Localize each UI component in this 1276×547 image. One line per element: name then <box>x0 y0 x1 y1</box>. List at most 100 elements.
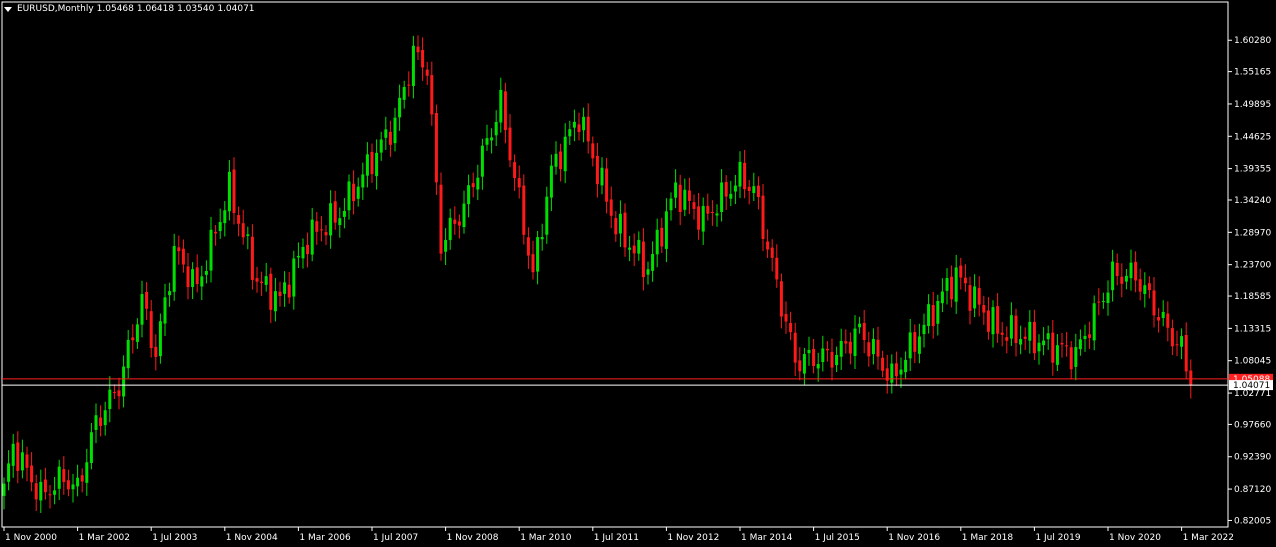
bear-candle-body <box>678 184 682 213</box>
bear-candle-body <box>48 494 52 496</box>
y-tick-label: 0.87120 <box>1234 485 1271 495</box>
bear-candle-body <box>577 124 581 132</box>
bull-candle-body <box>246 234 250 236</box>
bull-candle-body <box>940 291 944 304</box>
y-tick-label: 0.92390 <box>1234 453 1271 463</box>
bull-candle-body <box>554 153 558 167</box>
bear-candle-body <box>471 183 475 188</box>
bull-candle-body <box>384 129 388 138</box>
bear-candle-body <box>724 182 728 197</box>
bull-candle-body <box>448 217 452 241</box>
bull-candle-body <box>375 152 379 177</box>
bull-candle-body <box>329 203 333 236</box>
bear-candle-body <box>784 314 788 322</box>
bear-candle-body <box>876 339 880 357</box>
bear-candle-body <box>306 244 310 255</box>
y-tick-label: 1.60280 <box>1234 36 1271 46</box>
bear-candle-body <box>526 237 530 256</box>
bull-candle-body <box>936 300 940 324</box>
bull-candle-body <box>379 139 383 153</box>
symbol-timeframe-label: EURUSD,Monthly <box>17 4 94 14</box>
bull-candle-body <box>361 174 365 188</box>
bull-candle-body <box>402 86 406 100</box>
bull-candle-body <box>1101 301 1105 303</box>
bear-candle-body <box>779 281 783 317</box>
bear-candle-body <box>697 206 701 230</box>
bear-candle-body <box>117 390 121 397</box>
bear-candle-body <box>43 479 47 493</box>
bear-candle-body <box>968 285 972 311</box>
bull-candle-body <box>669 198 673 211</box>
bear-candle-body <box>287 284 291 298</box>
bear-candle-body <box>770 247 774 258</box>
bear-candle-body <box>517 178 521 188</box>
bear-candle-body <box>862 322 866 341</box>
bear-candle-body <box>352 183 356 202</box>
bull-candle-body <box>720 182 724 212</box>
bear-candle-body <box>112 392 116 394</box>
bull-candle-body <box>927 304 931 326</box>
bull-candle-body <box>490 137 494 141</box>
bear-candle-body <box>743 162 747 190</box>
bull-candle-body <box>1078 339 1082 350</box>
bear-candle-body <box>232 169 236 213</box>
y-tick-label: 1.34240 <box>1234 196 1271 206</box>
y-tick-label: 1.39355 <box>1234 165 1271 175</box>
dropdown-triangle-icon[interactable] <box>4 6 12 12</box>
x-tick-label: 1 Nov 2004 <box>226 533 278 543</box>
bull-candle-body <box>600 167 604 186</box>
ohlc-open: 1.05468 <box>96 4 134 14</box>
bull-candle-body <box>168 291 172 296</box>
bull-candle-body <box>973 286 977 309</box>
bear-candle-body <box>1023 336 1027 339</box>
x-tick-label: 1 Jul 2019 <box>1035 533 1080 543</box>
bear-candle-body <box>315 221 319 232</box>
bull-candle-body <box>752 186 756 194</box>
bear-candle-body <box>388 131 392 145</box>
ohlc-high: 1.06418 <box>136 4 175 14</box>
bear-candle-body <box>1065 345 1069 347</box>
bull-candle-body <box>835 354 839 366</box>
bull-candle-body <box>536 237 540 272</box>
bear-candle-body <box>333 201 337 223</box>
bear-candle-body <box>798 360 802 372</box>
bear-candle-body <box>145 292 149 309</box>
bull-candle-body <box>485 138 489 145</box>
x-tick-label: 1 Jul 2011 <box>594 533 639 543</box>
bear-candle-body <box>559 151 563 170</box>
bear-candle-body <box>641 241 645 278</box>
candlestick-chart[interactable]: 1.60280 1.55165 1.49895 1.44625 1.39355 1.342… <box>0 0 1276 547</box>
bull-candle-body <box>807 349 811 354</box>
bear-candle-body <box>319 229 323 231</box>
bull-candle-body <box>540 236 544 240</box>
bull-candle-body <box>954 267 958 302</box>
bear-candle-body <box>687 190 691 201</box>
bear-candle-body <box>894 363 898 377</box>
bull-candle-body <box>899 369 903 375</box>
bull-candle-body <box>802 354 806 374</box>
bear-candle-body <box>931 305 935 327</box>
y-tick-label: 1.23700 <box>1234 261 1271 271</box>
bull-candle-body <box>1042 340 1046 346</box>
bear-candle-body <box>250 236 254 280</box>
bull-candle-body <box>338 218 342 226</box>
bear-candle-body <box>241 223 245 238</box>
x-tick-label: 1 Mar 2022 <box>1183 533 1234 543</box>
bull-candle-body <box>1009 315 1013 339</box>
bull-candle-body <box>292 258 296 297</box>
x-tick-label: 1 Mar 2006 <box>299 533 351 543</box>
bull-candle-body <box>858 323 862 328</box>
bear-candle-body <box>609 199 613 216</box>
chart-area[interactable]: EURUSD,Monthly 1.05468 1.06418 1.03540 1… <box>0 0 1276 547</box>
bear-candle-body <box>775 257 779 280</box>
bull-candle-body <box>871 338 875 355</box>
bull-candle-body <box>494 121 498 136</box>
bull-candle-body <box>738 161 742 187</box>
bull-candle-body <box>816 364 820 369</box>
y-tick-label: 1.44625 <box>1234 132 1271 142</box>
bear-candle-body <box>1014 315 1018 344</box>
bear-candle-body <box>370 151 374 175</box>
bear-candle-body <box>1051 332 1055 363</box>
bull-candle-body <box>572 121 576 128</box>
bear-candle-body <box>996 306 1000 334</box>
